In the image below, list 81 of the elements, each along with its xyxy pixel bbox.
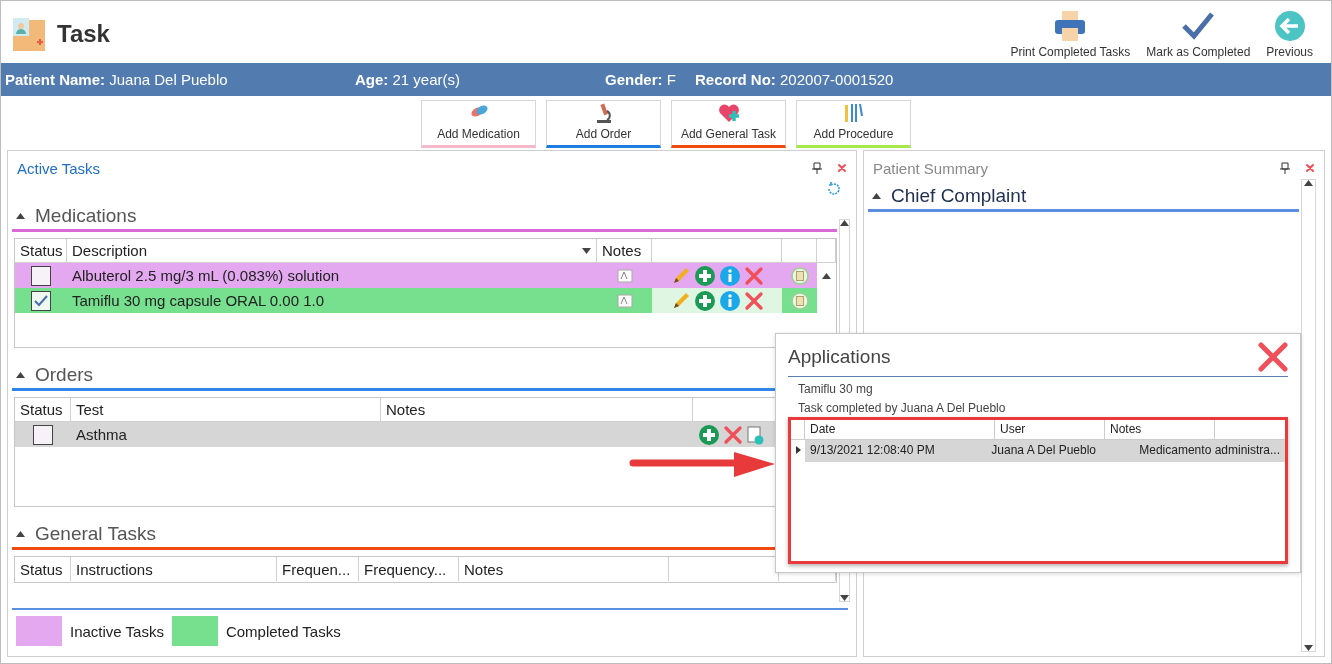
application-icon (790, 266, 809, 285)
scroll-up-icon (16, 213, 25, 219)
section-title: Chief Complaint (891, 185, 1027, 207)
column-header: Notes (597, 239, 652, 262)
toolbar-button[interactable]: Mark as Completed (1138, 9, 1259, 59)
row-pointer-icon (796, 446, 801, 454)
patient-field: Record No: 202007-0001520 (695, 71, 995, 88)
printer-icon (1053, 9, 1088, 42)
patient-folder-icon (11, 16, 47, 52)
scroll-up-icon (1304, 180, 1313, 186)
plus-icon (698, 423, 720, 446)
column-header: Frequen... (277, 557, 359, 581)
column-header: Notes (459, 557, 669, 581)
heart-plus-icon (716, 102, 741, 124)
table-cell: Juana A Del Pueblo (986, 440, 1135, 462)
legend-label: Inactive Tasks (70, 622, 164, 640)
page-title: Task (57, 20, 110, 48)
scroll-down-icon (582, 247, 591, 254)
column-header: Status (15, 398, 71, 421)
patient-field: Patient Name: Juana Del Pueblo (5, 71, 355, 88)
checkbox[interactable] (31, 290, 51, 311)
column-header: Test (71, 398, 381, 421)
panel-title: Active Tasks (16, 159, 102, 177)
column-header: Instructions (71, 557, 277, 581)
popup-title: Applications (788, 346, 891, 368)
patient-field: Gender: F (605, 71, 695, 88)
close-icon (836, 162, 848, 174)
column-header: Frequency... (359, 557, 459, 581)
add-button[interactable]: Add Order (546, 100, 661, 148)
plus-icon (693, 289, 716, 312)
note-icon (616, 268, 633, 283)
toolbar-button[interactable]: Previous (1258, 9, 1321, 59)
column-header: User (995, 420, 1105, 439)
table-cell: Tamiflu 30 mg capsule ORAL 0.00 1.0 (67, 288, 597, 313)
section-title: Orders (35, 364, 94, 386)
application-row[interactable]: 9/13/2021 12:08:40 PM Juana A Del Pueblo Medicamento administra... (791, 440, 1285, 462)
note-icon (616, 293, 633, 308)
application-icon (790, 291, 809, 310)
toolbar-button[interactable]: Print Completed Tasks (1002, 9, 1139, 59)
delete-icon (743, 265, 764, 286)
add-button[interactable]: Add Procedure (796, 100, 911, 148)
table-cell: Asthma (71, 422, 693, 447)
delete-icon (743, 290, 764, 311)
panel-title: Patient Summary (872, 159, 990, 177)
column-header: Notes (381, 398, 693, 421)
column-header: Date (805, 420, 995, 439)
table-cell: 9/13/2021 12:08:40 PM (805, 440, 987, 462)
pin-icon (812, 162, 822, 174)
column-header: Status (15, 557, 71, 581)
table-cell: Albuterol 2.5 mg/3 mL (0.083%) solution (67, 263, 597, 288)
scrollbar[interactable] (1301, 179, 1316, 652)
add-button[interactable]: Add Medication (421, 100, 536, 148)
scroll-down-icon (840, 595, 849, 601)
pin-icon (1280, 162, 1290, 174)
clipboard-add-icon (746, 424, 764, 445)
close-icon (1304, 162, 1316, 174)
checkbox[interactable] (33, 424, 53, 445)
scroll-up-icon (872, 193, 881, 199)
medication-label: Tamiflu 30 mg (798, 382, 874, 396)
scroll-up-icon (16, 531, 25, 537)
column-header: Notes (1105, 420, 1215, 439)
column-header[interactable]: Description (67, 239, 597, 262)
section-title: General Tasks (35, 523, 157, 545)
completed-by-label: Task completed by Juana A Del Pueblo (798, 401, 1007, 415)
scroll-up-icon (840, 220, 849, 226)
checkbox[interactable] (31, 265, 51, 286)
scroll-up-icon (822, 272, 831, 279)
plus-icon (693, 264, 716, 287)
patient-field: Age: 21 year(s) (355, 71, 605, 88)
delete-icon (723, 424, 743, 445)
table-cell: Medicamento administra... (1134, 440, 1285, 462)
add-button[interactable]: Add General Task (671, 100, 786, 148)
legend-label: Completed Tasks (225, 622, 341, 640)
info-icon (718, 264, 741, 287)
info-icon (718, 289, 741, 312)
column-header: Status (15, 239, 67, 262)
scroll-up-icon (16, 372, 25, 378)
refresh-icon (826, 181, 842, 197)
close-icon (1258, 342, 1288, 372)
scroll-down-icon (1304, 645, 1313, 651)
section-title: Medications (35, 205, 137, 227)
